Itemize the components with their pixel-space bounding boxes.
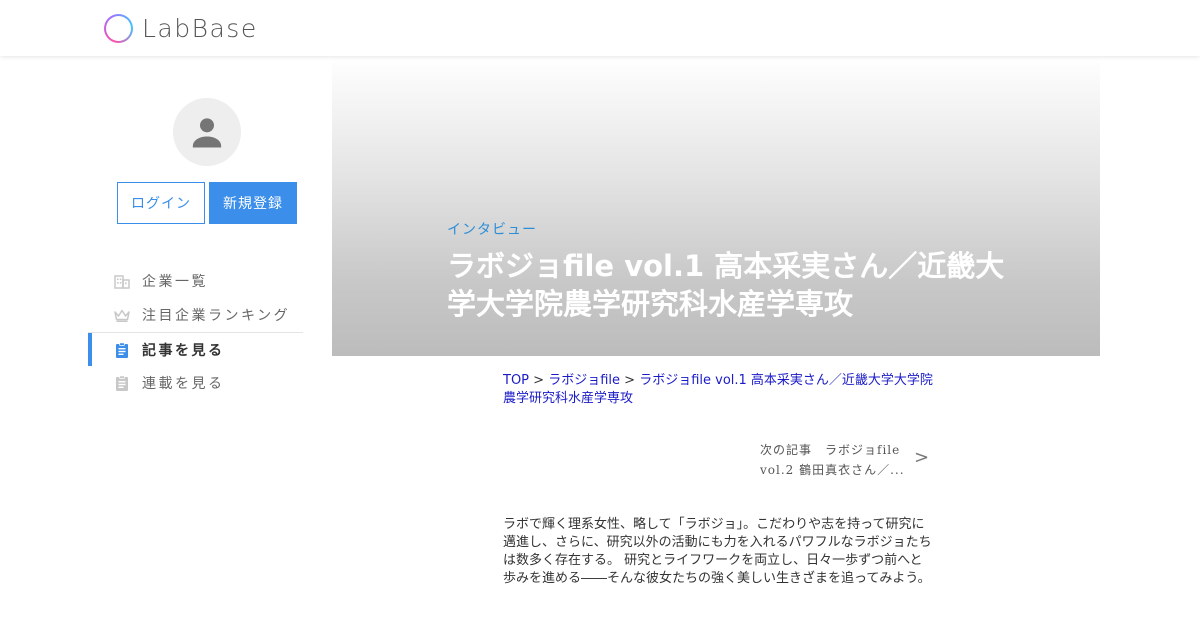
sidebar-item-ranking[interactable]: 注目企業ランキング (88, 298, 303, 332)
article-title: ラボジョfile vol.1 高本采実さん／近畿大学大学院農学研究科水産学専攻 (447, 249, 1005, 321)
crown-icon (114, 307, 130, 323)
logo[interactable]: LabBase (104, 12, 258, 44)
sidebar-item-series[interactable]: 連載を見る (88, 366, 303, 400)
register-button[interactable]: 新規登録 (209, 182, 297, 224)
sidebar-item-label: 記事を見る (142, 342, 225, 359)
article-category[interactable]: インタビュー (447, 219, 537, 239)
breadcrumb-top-link[interactable]: TOP (503, 373, 529, 388)
site-header: LabBase (0, 0, 1200, 56)
breadcrumb-separator: > (624, 373, 636, 388)
next-article-line1: 次の記事 ラボジョfile (760, 443, 901, 457)
sidebar-item-label: 注目企業ランキング (142, 308, 291, 324)
logo-text: LabBase (142, 13, 258, 43)
clipboard-icon (114, 375, 130, 391)
sidebar-item-articles[interactable]: 記事を見る (88, 332, 303, 366)
user-icon (192, 118, 222, 148)
sidebar-item-label: 連載を見る (142, 376, 225, 392)
breadcrumb-series-link[interactable]: ラボジョfile (548, 373, 620, 388)
sidebar-item-label: 企業一覧 (142, 274, 208, 290)
next-article-text: 次の記事 ラボジョfile vol.2 鶴田真衣さん／... (760, 440, 905, 480)
article-hero: インタビュー ラボジョfile vol.1 高本采実さん／近畿大学大学院農学研究… (332, 56, 1100, 356)
breadcrumb-separator: > (533, 373, 545, 388)
chevron-right-icon: > (914, 447, 930, 468)
clipboard-icon (114, 341, 130, 358)
login-button[interactable]: ログイン (117, 182, 205, 224)
article-intro: ラボで輝く理系女性、略して「ラボジョ」。こだわりや志を持って研究に邁進し、さらに… (503, 517, 932, 586)
logo-ring-icon (104, 13, 133, 43)
building-icon (114, 273, 130, 289)
next-article-link[interactable]: 次の記事 ラボジョfile vol.2 鶴田真衣さん／... > (760, 440, 930, 480)
sidebar-nav: 企業一覧 注目企業ランキング 記事を見る 連載を見る (88, 264, 303, 400)
avatar[interactable] (173, 98, 241, 166)
breadcrumb: TOP > ラボジョfile > ラボジョfile vol.1 高本采実さん／近… (503, 372, 933, 408)
next-article-line2: vol.2 鶴田真衣さん／... (760, 463, 905, 477)
sidebar-item-companies[interactable]: 企業一覧 (88, 264, 303, 298)
